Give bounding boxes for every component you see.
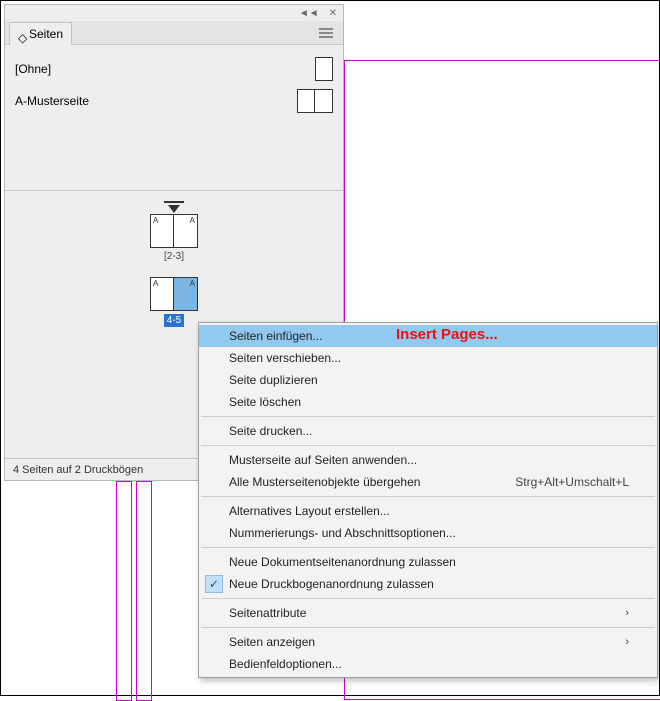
menu-separator <box>201 627 655 628</box>
menu-item[interactable]: Seiten verschieben... <box>199 347 657 369</box>
menu-item[interactable]: Seitenattribute › <box>199 602 657 624</box>
menu-item[interactable]: Nummerierungs- und Abschnittsoptionen... <box>199 522 657 544</box>
tab-pages[interactable]: ◇ Seiten <box>9 22 72 45</box>
menu-item[interactable]: Seiten anzeigen › <box>199 631 657 653</box>
menu-item-label: Seitenattribute <box>229 606 306 620</box>
tab-label: Seiten <box>29 27 63 41</box>
menu-item-label: Seiten verschieben... <box>229 351 341 365</box>
menu-item-label: Seite duplizieren <box>229 373 318 387</box>
menu-item[interactable]: Seite drucken... <box>199 420 657 442</box>
menu-item-label: Alle Musterseitenobjekte übergehen <box>229 475 420 489</box>
spread-label: [2-3] <box>164 251 184 262</box>
chevron-right-icon: › <box>625 636 629 648</box>
menu-separator <box>201 547 655 548</box>
master-row-a[interactable]: A-Musterseite <box>15 85 333 117</box>
collapse-icon[interactable]: ◄◄ <box>299 8 319 19</box>
menu-separator <box>201 598 655 599</box>
menu-item[interactable]: Musterseite auf Seiten anwenden... <box>199 449 657 471</box>
check-icon: ✓ <box>205 575 223 593</box>
spread-label-selected: 4-5 <box>164 314 184 327</box>
menu-item[interactable]: Bedienfeldoptionen... <box>199 653 657 675</box>
close-icon[interactable]: ✕ <box>329 8 337 19</box>
context-menu: Seiten einfügen... Seiten verschieben... S… <box>198 322 658 678</box>
panel-menu-button[interactable] <box>313 21 339 44</box>
menu-item[interactable]: Alternatives Layout erstellen... <box>199 500 657 522</box>
menu-item[interactable]: Alle Musterseitenobjekte übergehen Strg+A… <box>199 471 657 493</box>
menu-item-label: Seiten anzeigen <box>229 635 315 649</box>
master-label: A-Musterseite <box>15 94 89 108</box>
master-thumb-double <box>297 89 333 113</box>
master-row-none[interactable]: [Ohne] <box>15 53 333 85</box>
page-thumb[interactable]: A <box>150 214 174 248</box>
menu-item[interactable]: Neue Dokumentseitenanordnung zulassen <box>199 551 657 573</box>
menu-separator <box>201 445 655 446</box>
menu-item-label: Seite drucken... <box>229 424 312 438</box>
document-guide-left-2 <box>136 481 152 701</box>
spread-start-marker-icon <box>168 205 180 213</box>
menu-item-label: Seiten einfügen... <box>229 329 322 343</box>
page-thumb-selected[interactable]: A <box>174 277 198 311</box>
master-label: [Ohne] <box>15 62 51 76</box>
menu-item-label: Neue Dokumentseitenanordnung zulassen <box>229 555 456 569</box>
hamburger-icon <box>319 28 333 38</box>
page-thumb[interactable]: A <box>150 277 174 311</box>
status-text: 4 Seiten auf 2 Druckbögen <box>13 464 143 476</box>
updown-icon: ◇ <box>18 31 25 38</box>
menu-shortcut: Strg+Alt+Umschalt+L <box>515 475 629 489</box>
menu-item-label: Neue Druckbogenanordnung zulassen <box>229 577 434 591</box>
menu-separator <box>201 496 655 497</box>
menu-item-label: Nummerierungs- und Abschnittsoptionen... <box>229 526 456 540</box>
menu-item[interactable]: Seiten einfügen... <box>199 325 657 347</box>
spread-4-5[interactable]: A A 4-5 <box>150 277 198 327</box>
document-guide-left-1 <box>116 481 132 701</box>
menu-item-label: Musterseite auf Seiten anwenden... <box>229 453 417 467</box>
panel-tabbar: ◇ Seiten <box>5 21 343 45</box>
page-thumb[interactable]: A <box>174 214 198 248</box>
master-pages-list: [Ohne] A-Musterseite <box>5 45 343 191</box>
menu-item-label: Seite löschen <box>229 395 301 409</box>
menu-item-label: Alternatives Layout erstellen... <box>229 504 390 518</box>
spread-2-3[interactable]: A A [2-3] <box>150 201 198 262</box>
menu-item[interactable]: Seite duplizieren <box>199 369 657 391</box>
spread-start-line <box>164 201 184 203</box>
menu-item-label: Bedienfeldoptionen... <box>229 657 342 671</box>
master-thumb-single <box>315 57 333 81</box>
menu-item[interactable]: ✓ Neue Druckbogenanordnung zulassen <box>199 573 657 595</box>
chevron-right-icon: › <box>625 607 629 619</box>
menu-item[interactable]: Seite löschen <box>199 391 657 413</box>
menu-separator <box>201 416 655 417</box>
